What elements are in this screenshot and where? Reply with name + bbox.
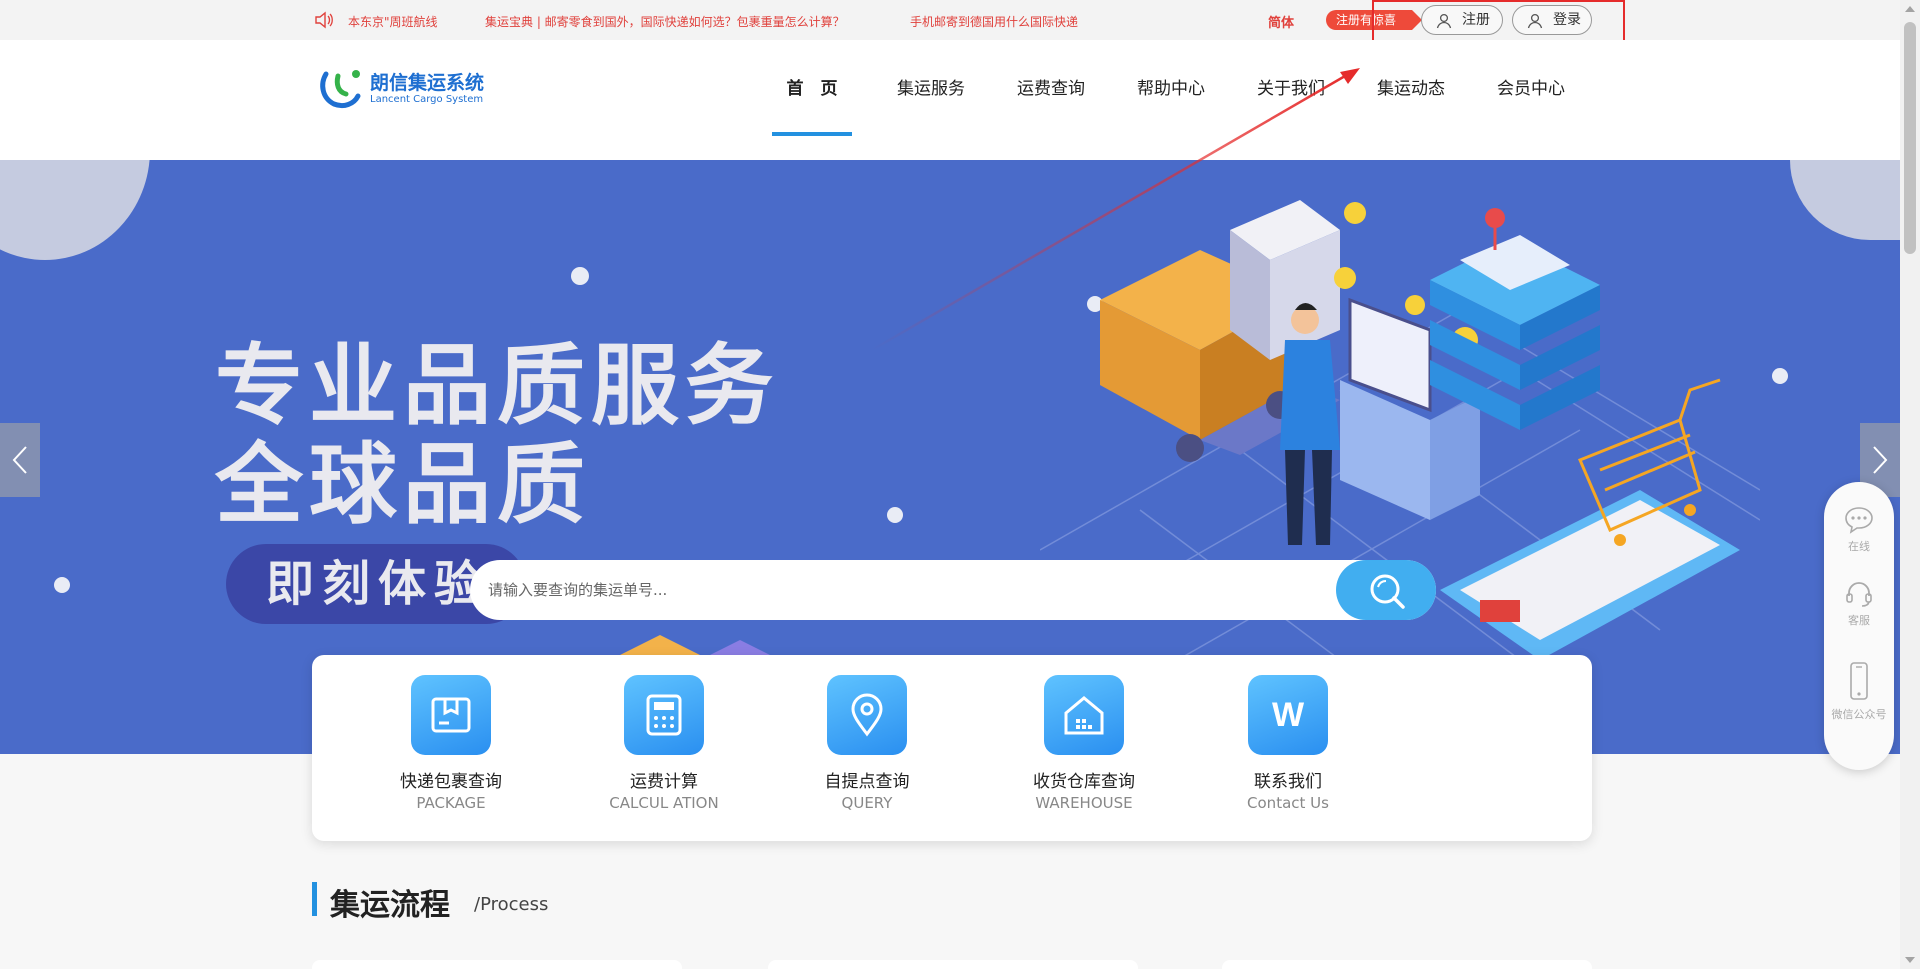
service-contact-us[interactable]: W 联系我们 Contact Us: [1198, 675, 1378, 812]
service-icon-wrap: W: [1248, 675, 1328, 755]
logo-name: 朗信集运系统: [370, 72, 485, 94]
language-switch[interactable]: 简体: [1268, 12, 1294, 31]
service-subtitle: WAREHOUSE: [1035, 794, 1133, 812]
notice-item[interactable]: 手机邮寄到德国用什么国际快递: [910, 13, 1100, 30]
headset-icon: [1846, 582, 1872, 607]
service-warehouse-query[interactable]: 收货仓库查询 WAREHOUSE: [994, 675, 1174, 812]
online-label: 在线: [1848, 540, 1870, 553]
floating-contact-panel: 在线 客服 微信公众号: [1824, 482, 1894, 770]
mobile-phone-icon: [1850, 662, 1868, 700]
notice-item[interactable]: 本东京"周班航线: [348, 13, 460, 30]
service-freight-calculation[interactable]: 运费计算 CALCUL ATION: [574, 675, 754, 812]
search-button[interactable]: [1336, 560, 1436, 620]
chevron-left-icon: [12, 446, 27, 474]
service-title: 快递包裹查询: [400, 772, 502, 792]
nav-home[interactable]: 首 页: [772, 74, 852, 136]
logo-subtitle: Lancent Cargo System: [370, 94, 484, 105]
online-chat-button[interactable]: 在线: [1824, 506, 1894, 554]
decorative-dot: [54, 577, 70, 593]
customer-service-label: 客服: [1848, 614, 1870, 627]
svg-text:W: W: [1272, 696, 1305, 734]
page: 本东京"周班航线 集运宝典 | 邮寄零食到国外，国际快递如何选？包裹重量怎么计算…: [0, 0, 1920, 969]
service-icon-wrap: [827, 675, 907, 755]
scroll-up-arrow[interactable]: [1905, 6, 1915, 12]
service-subtitle: CALCUL ATION: [609, 794, 719, 812]
banner-prev-button[interactable]: [0, 423, 40, 497]
page-scrollbar[interactable]: [1900, 0, 1920, 969]
warehouse-icon: [1064, 696, 1104, 735]
service-title: 联系我们: [1254, 772, 1322, 792]
scrollbar-thumb[interactable]: [1904, 22, 1916, 254]
speaker-icon: [315, 11, 333, 29]
decorative-dot: [887, 507, 903, 523]
notice-item[interactable]: 集运宝典 | 邮寄零食到国外，国际快递如何选？包裹重量怎么计算？: [485, 13, 875, 30]
section-title-bar: [312, 882, 317, 916]
decorative-circle: [0, 160, 150, 260]
banner-headline-2: 全球品质: [215, 433, 592, 536]
location-pin-icon: [851, 693, 883, 737]
scroll-down-arrow[interactable]: [1905, 957, 1915, 963]
service-title: 收货仓库查询: [1033, 772, 1135, 792]
service-subtitle: QUERY: [841, 794, 893, 812]
logo-mark-icon: [320, 70, 361, 109]
process-card: [1222, 960, 1592, 969]
package-icon: [431, 697, 471, 733]
process-card: [768, 960, 1138, 969]
service-subtitle: PACKAGE: [416, 794, 486, 812]
chevron-right-icon: [1873, 446, 1888, 474]
decorative-dot: [1772, 368, 1788, 384]
contact-w-icon: W: [1272, 696, 1305, 734]
wechat-official-account-button[interactable]: 微信公众号: [1824, 662, 1894, 722]
quick-services-panel: 快递包裹查询 PACKAGE 运费计算 CALCUL ATION 自提点查询 Q…: [312, 655, 1592, 841]
annotation-arrow: [871, 68, 1360, 352]
search-icon: [1370, 574, 1405, 609]
service-package-query[interactable]: 快递包裹查询 PACKAGE: [361, 675, 541, 812]
service-icon-wrap: [411, 675, 491, 755]
chat-bubble-icon: [1845, 507, 1873, 534]
decorative-circle: [1790, 160, 1900, 240]
section-subheading: /Process: [474, 894, 549, 915]
calculator-icon: [646, 694, 682, 736]
wechat-label: 微信公众号: [1831, 708, 1887, 721]
section-heading: 集运流程: [330, 888, 450, 923]
service-subtitle: Contact Us: [1247, 794, 1329, 812]
service-icon-wrap: [1044, 675, 1124, 755]
customer-service-button[interactable]: 客服: [1824, 580, 1894, 628]
service-title: 自提点查询: [824, 772, 910, 792]
service-title: 运费计算: [630, 772, 698, 792]
service-icon-wrap: [624, 675, 704, 755]
decorative-dot: [571, 267, 589, 285]
process-card: [312, 960, 682, 969]
tracking-number-input[interactable]: [488, 575, 1348, 605]
service-pickup-point-query[interactable]: 自提点查询 QUERY: [777, 675, 957, 812]
site-logo[interactable]: 朗信集运系统 Lancent Cargo System: [318, 64, 488, 114]
nav-member-center[interactable]: 会员中心: [1486, 74, 1576, 124]
tracking-search-bar: [470, 560, 1436, 620]
